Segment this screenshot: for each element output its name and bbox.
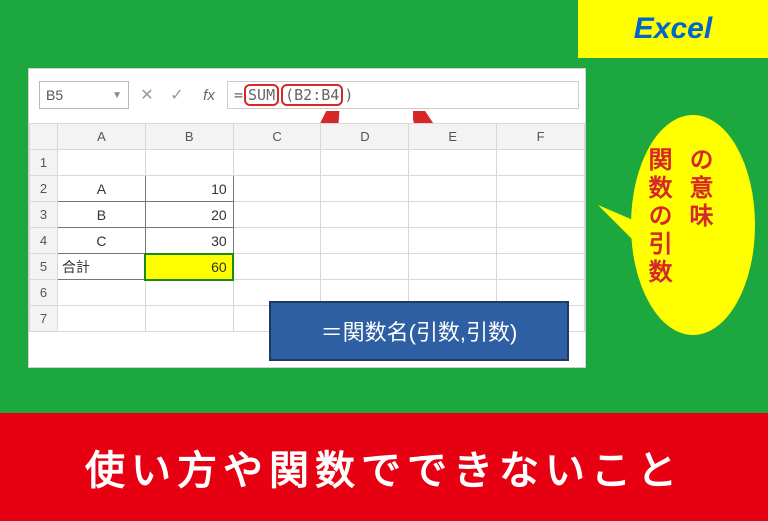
row-header[interactable]: 5 [30,254,58,280]
formula-eq: = [234,86,243,104]
cell[interactable] [145,280,233,306]
cell[interactable] [497,202,585,228]
cell[interactable] [321,254,409,280]
formula-func-box: SUM [244,84,279,106]
speech-bubble: 関数の引数 の意味 [598,105,758,345]
select-all-corner[interactable] [30,124,58,150]
cell[interactable] [233,228,321,254]
name-box-value: B5 [46,87,63,103]
badge-label: Excel [634,12,712,46]
cell[interactable] [233,202,321,228]
cell[interactable] [497,150,585,176]
cell[interactable]: B [58,202,146,228]
table-row: 3 B 20 [30,202,585,228]
cell[interactable]: 合計 [58,254,146,280]
cell[interactable] [233,176,321,202]
cell[interactable]: 30 [145,228,233,254]
check-icon[interactable]: ✓ [165,83,189,107]
formula-args-box: (B2:B4 [281,84,343,106]
row-header[interactable]: 7 [30,306,58,332]
formula-bar-area: B5 ▼ ✕ ✓ fx = SUM (B2:B4 ) [39,79,579,111]
col-header[interactable]: C [233,124,321,150]
cell[interactable] [233,254,321,280]
chevron-down-icon: ▼ [112,90,122,101]
table-row: 1 [30,150,585,176]
row-header[interactable]: 1 [30,150,58,176]
formula-bar[interactable]: = SUM (B2:B4 ) [227,81,579,109]
col-header[interactable]: E [409,124,497,150]
cell[interactable] [58,280,146,306]
cell[interactable]: 10 [145,176,233,202]
cell[interactable] [58,306,146,332]
footer-text: 使い方や関数でできないこと [85,438,683,496]
table-row: 2 A 10 [30,176,585,202]
cell[interactable] [497,228,585,254]
excel-screenshot: B5 ▼ ✕ ✓ fx = SUM (B2:B4 ) 関数 引数 A B C D… [28,68,586,368]
cell[interactable]: A [58,176,146,202]
row-header[interactable]: 4 [30,228,58,254]
cell[interactable] [321,150,409,176]
cell[interactable] [58,150,146,176]
cell[interactable] [145,150,233,176]
bubble-line2: の意味 [681,147,716,287]
col-header[interactable]: A [58,124,146,150]
row-header[interactable]: 6 [30,280,58,306]
cell[interactable] [321,202,409,228]
col-header[interactable]: B [145,124,233,150]
table-row: 4 C 30 [30,228,585,254]
cancel-icon[interactable]: ✕ [135,83,159,107]
col-header[interactable]: F [497,124,585,150]
bubble-line1: 関数の引数 [640,147,675,287]
syntax-text: ＝関数名(引数,引数) [321,315,518,347]
title-badge: Excel [578,0,768,58]
cell[interactable] [145,306,233,332]
cell[interactable] [409,228,497,254]
cell[interactable] [409,176,497,202]
cell[interactable] [497,176,585,202]
cell[interactable]: 20 [145,202,233,228]
cell[interactable] [497,254,585,280]
fx-icon[interactable]: fx [197,83,221,107]
cell[interactable] [409,254,497,280]
cell[interactable] [409,202,497,228]
footer-banner: 使い方や関数でできないこと [0,413,768,521]
formula-close: ) [344,86,353,104]
name-box[interactable]: B5 ▼ [39,81,129,109]
cell[interactable] [233,150,321,176]
row-header[interactable]: 3 [30,202,58,228]
table-row: 5 合計 60 [30,254,585,280]
syntax-box: ＝関数名(引数,引数) [269,301,569,361]
cell[interactable] [409,150,497,176]
col-header[interactable]: D [321,124,409,150]
cell[interactable] [321,228,409,254]
active-cell[interactable]: 60 [145,254,233,280]
row-header[interactable]: 2 [30,176,58,202]
cell[interactable] [321,176,409,202]
cell[interactable]: C [58,228,146,254]
